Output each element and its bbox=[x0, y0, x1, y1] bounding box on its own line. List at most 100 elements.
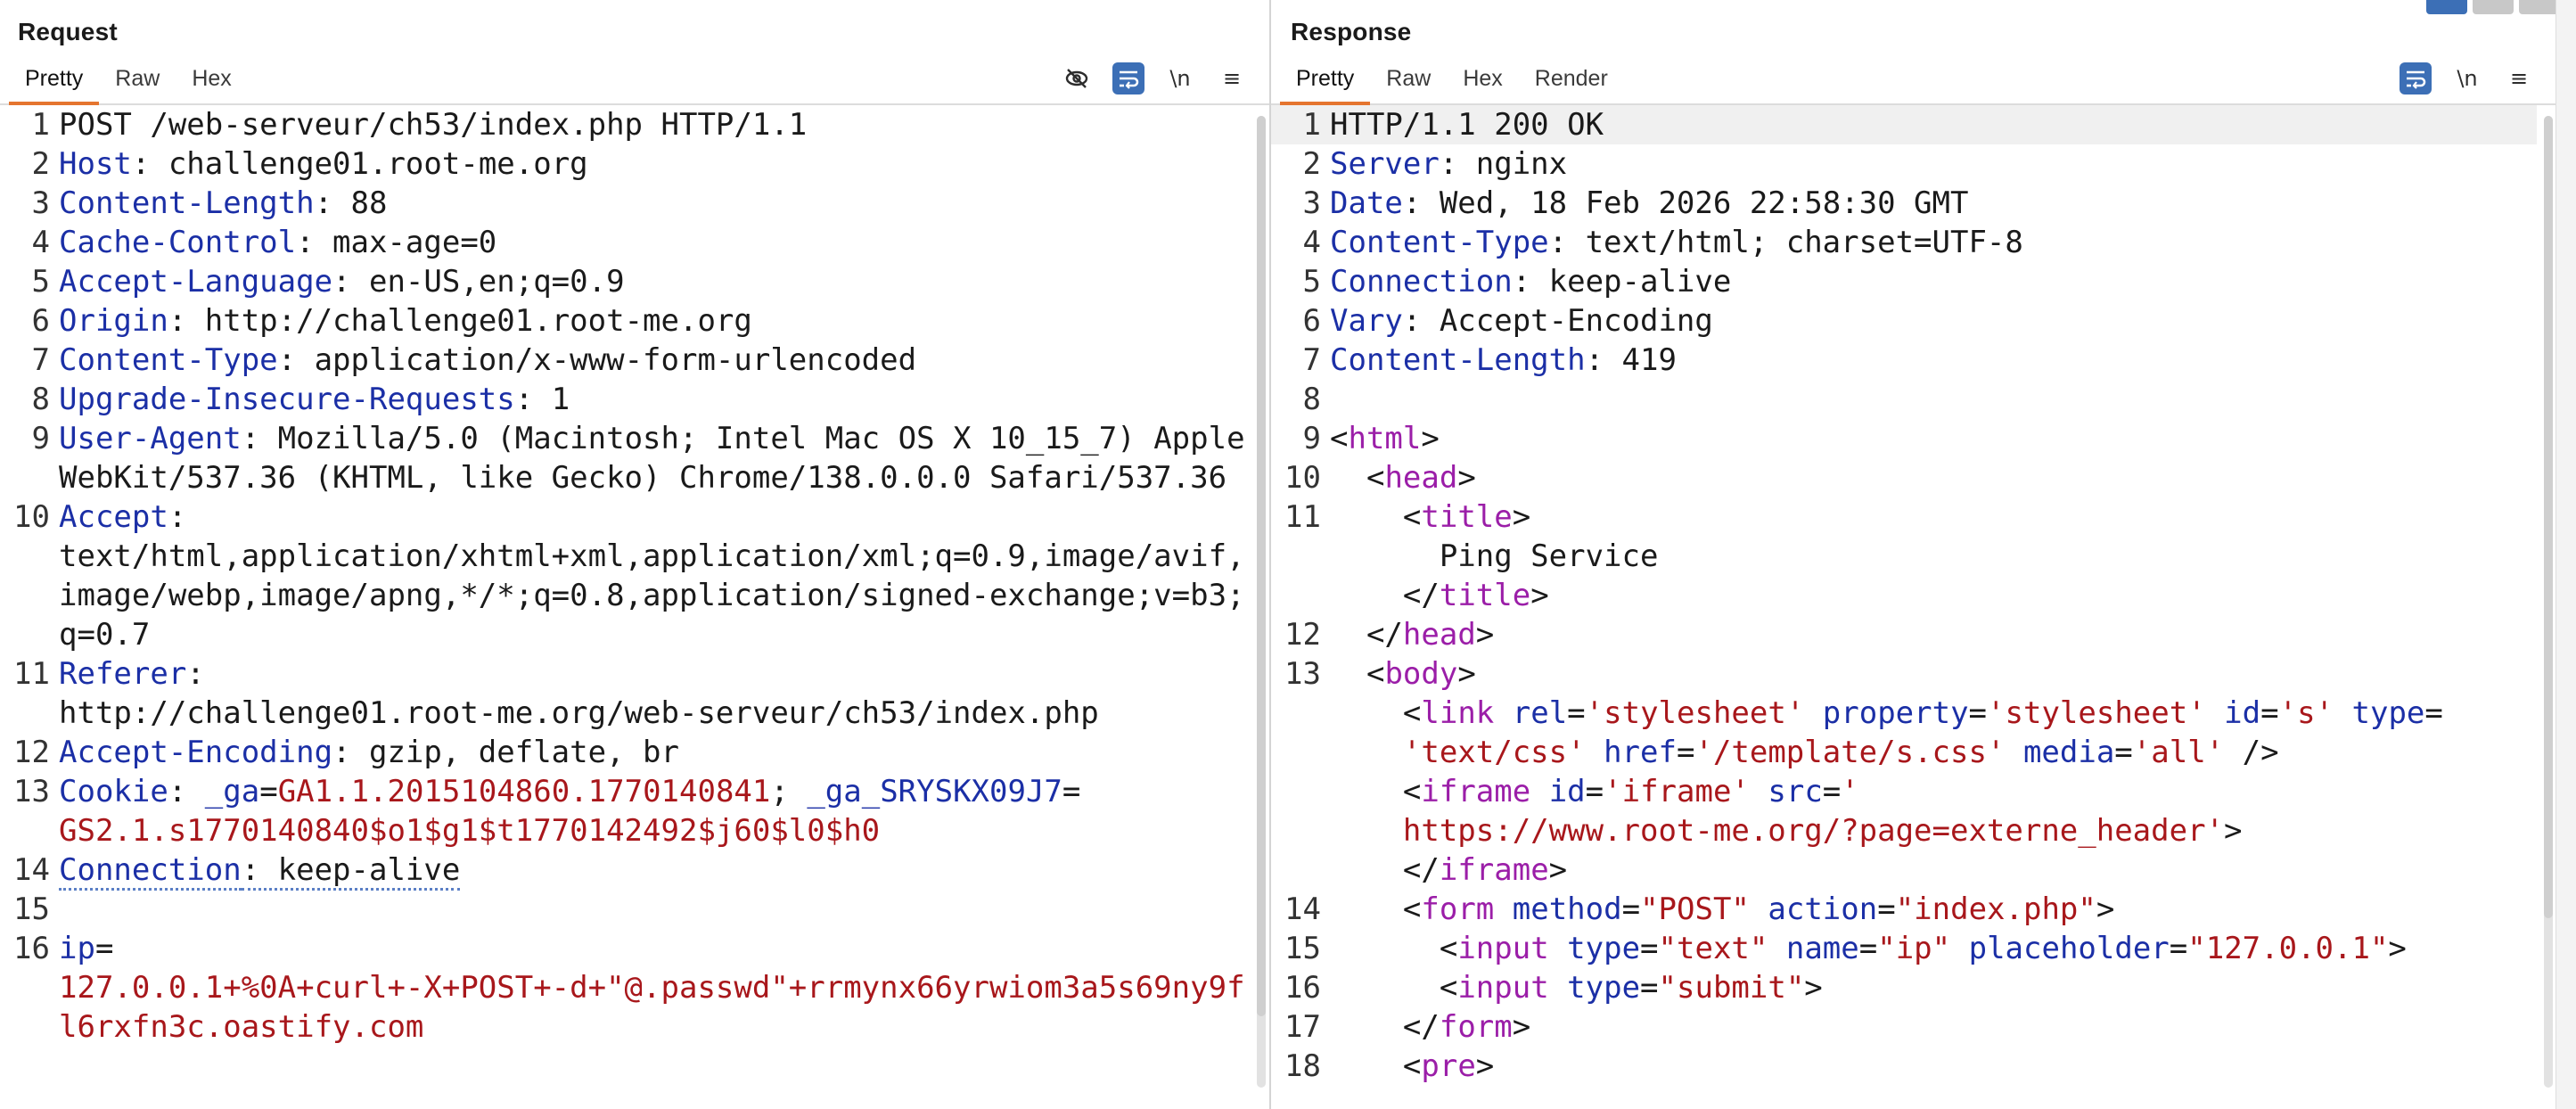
code-token: link bbox=[1421, 695, 1495, 731]
wrap-icon[interactable] bbox=[2400, 62, 2432, 94]
code-token: iframe bbox=[1439, 852, 1549, 888]
line-code: Accept-Language: en-US,en;q=0.9 bbox=[55, 262, 1250, 301]
line-number: 17 bbox=[1284, 1009, 1321, 1045]
line-code: User-Agent: Mozilla/5.0 (Macintosh; Inte… bbox=[55, 419, 1250, 497]
response-tab-pretty[interactable]: Pretty bbox=[1280, 57, 1371, 105]
response-line[interactable]: 16 <input type="submit"> bbox=[1271, 968, 2537, 1007]
response-line[interactable]: 10 <head> bbox=[1271, 458, 2537, 497]
code-token: iframe bbox=[1421, 774, 1531, 809]
code-token: > bbox=[2388, 931, 2407, 966]
response-line[interactable]: 3 Date: Wed, 18 Feb 2026 22:58:30 GMT bbox=[1271, 184, 2537, 223]
code-token: Origin bbox=[59, 303, 168, 339]
code-token: type bbox=[1567, 970, 1641, 1006]
line-code: <input type="text" name="ip" placeholder… bbox=[1326, 929, 2537, 968]
response-line[interactable]: 14 <form method="POST" action="index.php… bbox=[1271, 890, 2537, 929]
line-number: 15 bbox=[1284, 931, 1321, 966]
code-token: User-Agent bbox=[59, 421, 242, 456]
code-token: id bbox=[2224, 695, 2261, 731]
request-line[interactable]: 2 Host: challenge01.root-me.org bbox=[0, 144, 1250, 184]
request-editor[interactable]: 1 POST /web-serveur/ch53/index.php HTTP/1… bbox=[0, 105, 1250, 1109]
line-number: 9 bbox=[31, 421, 50, 456]
request-tab-raw[interactable]: Raw bbox=[99, 57, 176, 103]
wrap-icon[interactable] bbox=[1112, 62, 1144, 94]
response-line[interactable]: 7 Content-Length: 419 bbox=[1271, 341, 2537, 380]
code-token: '/template/s.css' bbox=[1694, 735, 2006, 770]
code-token: < bbox=[1330, 891, 1422, 927]
response-tab-raw[interactable]: Raw bbox=[1370, 57, 1447, 103]
response-line[interactable]: 12 </head> bbox=[1271, 615, 2537, 654]
request-scroll-thumb[interactable] bbox=[1257, 116, 1266, 1016]
request-line[interactable]: 12 Accept-Encoding: gzip, deflate, br bbox=[0, 733, 1250, 772]
request-line[interactable]: 13 Cookie: _ga=GA1.1.2015104860.177014084… bbox=[0, 772, 1250, 850]
code-token: input bbox=[1457, 970, 1549, 1006]
request-line[interactable]: 4 Cache-Control: max-age=0 bbox=[0, 223, 1250, 262]
side-panel-edge[interactable] bbox=[2555, 0, 2576, 1109]
request-line[interactable]: 11 Referer: http://challenge01.root-me.or… bbox=[0, 654, 1250, 733]
request-line[interactable]: 5 Accept-Language: en-US,en;q=0.9 bbox=[0, 262, 1250, 301]
response-line[interactable]: 15 <input type="text" name="ip" placehol… bbox=[1271, 929, 2537, 968]
code-token: : gzip, deflate, br bbox=[332, 735, 679, 770]
line-code: <body> <link rel='stylesheet' property='… bbox=[1326, 654, 2537, 890]
code-token: 'iframe' bbox=[1604, 774, 1750, 809]
request-line[interactable]: 8 Upgrade-Insecure-Requests: 1 bbox=[0, 380, 1250, 419]
response-line[interactable]: 11 <title> Ping Service </title> bbox=[1271, 497, 2537, 615]
request-line[interactable]: 3 Content-Length: 88 bbox=[0, 184, 1250, 223]
code-token: Content-Type bbox=[59, 342, 278, 378]
code-token: "POST" bbox=[1640, 891, 1750, 927]
request-line[interactable]: 9 User-Agent: Mozilla/5.0 (Macintosh; Int… bbox=[0, 419, 1250, 497]
response-line[interactable]: 1 HTTP/1.1 200 OK bbox=[1271, 105, 2537, 144]
response-line[interactable]: 13 <body> <link rel='stylesheet' propert… bbox=[1271, 654, 2537, 890]
response-tab-render[interactable]: Render bbox=[1519, 57, 1624, 103]
code-token: = bbox=[1621, 891, 1641, 927]
code-token: Content-Length bbox=[59, 185, 315, 221]
code-token: html bbox=[1348, 421, 1422, 456]
request-tab-pretty[interactable]: Pretty bbox=[9, 57, 100, 105]
line-number: 7 bbox=[31, 342, 50, 378]
response-line[interactable]: 9 <html> bbox=[1271, 419, 2537, 458]
response-tabbar: Pretty Raw Hex Render \n ≡ bbox=[1271, 57, 2576, 105]
response-line[interactable]: 18 <pre> bbox=[1271, 1047, 2537, 1086]
layout-split-icon[interactable] bbox=[2426, 0, 2467, 14]
hamburger-menu-icon[interactable]: ≡ bbox=[2503, 62, 2535, 94]
request-line[interactable]: 15 bbox=[0, 890, 1250, 929]
code-token: src bbox=[1768, 774, 1823, 809]
line-number: 16 bbox=[13, 931, 50, 966]
response-line[interactable]: 4 Content-Type: text/html; charset=UTF-8 bbox=[1271, 223, 2537, 262]
newline-toggle[interactable]: \n bbox=[1164, 62, 1196, 94]
request-line[interactable]: 6 Origin: http://challenge01.root-me.org bbox=[0, 301, 1250, 341]
code-token: input bbox=[1457, 931, 1549, 966]
hamburger-menu-icon[interactable]: ≡ bbox=[1216, 62, 1248, 94]
layout-horizontal-icon[interactable] bbox=[2473, 0, 2514, 14]
response-scrollbar[interactable] bbox=[2544, 116, 2553, 1088]
response-line[interactable]: 2 Server: nginx bbox=[1271, 144, 2537, 184]
code-token: type bbox=[1567, 931, 1641, 966]
request-line[interactable]: 14 Connection: keep-alive bbox=[0, 850, 1250, 891]
newline-toggle[interactable]: \n bbox=[2451, 62, 2483, 94]
response-line[interactable]: 5 Connection: keep-alive bbox=[1271, 262, 2537, 301]
response-editor[interactable]: 1 HTTP/1.1 200 OK 2 Server: nginx 3 Date: Wed… bbox=[1271, 105, 2537, 1109]
request-scrollbar[interactable] bbox=[1257, 116, 1266, 1088]
code-token: < bbox=[1330, 499, 1422, 535]
response-line[interactable]: 17 </form> bbox=[1271, 1007, 2537, 1047]
request-line[interactable]: 16 ip= 127.0.0.1+%0A+curl+-X+POST+-d+"@.p… bbox=[0, 929, 1250, 1047]
line-number: 14 bbox=[1284, 891, 1321, 927]
code-token: Accept bbox=[59, 499, 168, 535]
code-token: Referer bbox=[59, 656, 187, 692]
layout-tabs-icon[interactable] bbox=[2519, 0, 2560, 14]
request-line[interactable]: 7 Content-Type: application/x-www-form-ur… bbox=[0, 341, 1250, 380]
request-tab-hex[interactable]: Hex bbox=[176, 57, 247, 103]
request-pane: Request Pretty Raw Hex \n ≡ 1 POST /web-s… bbox=[0, 0, 1271, 1109]
code-token: < bbox=[1330, 656, 1385, 692]
code-token: > bbox=[1475, 617, 1495, 653]
code-token: _ga_SRYSKX09J7 bbox=[807, 774, 1062, 809]
request-line[interactable]: 10 Accept: text/html,application/xhtml+xm… bbox=[0, 497, 1250, 654]
eye-slash-icon[interactable] bbox=[1061, 62, 1093, 94]
response-scroll-thumb[interactable] bbox=[2544, 116, 2553, 918]
response-line[interactable]: 8 bbox=[1271, 380, 2537, 419]
line-number: 16 bbox=[1284, 970, 1321, 1006]
response-tab-hex[interactable]: Hex bbox=[1447, 57, 1518, 103]
request-line[interactable]: 1 POST /web-serveur/ch53/index.php HTTP/1… bbox=[0, 105, 1250, 144]
response-line[interactable]: 6 Vary: Accept-Encoding bbox=[1271, 301, 2537, 341]
code-token: "127.0.0.1" bbox=[2187, 931, 2389, 966]
